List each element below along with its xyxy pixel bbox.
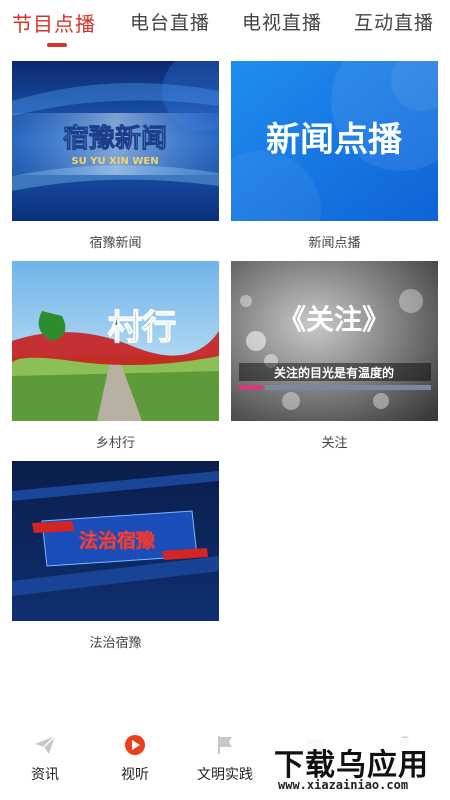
program-caption: 乡村行 [95, 436, 135, 451]
tab-radio-live[interactable]: 电台直播 [130, 8, 210, 35]
program-thumbnail: 宿豫新闻 SU YU XIN WEN [12, 61, 219, 221]
program-thumbnail: 新闻点播 [231, 61, 438, 221]
nav-label: 视听 [121, 767, 149, 783]
nav-news[interactable]: 资讯 [5, 734, 85, 784]
program-card-rule-of-law[interactable]: 法治宿豫 法治宿豫 [12, 461, 219, 651]
program-caption: 关注 [321, 436, 348, 451]
program-card-village-tour[interactable]: 村行 乡村行 [12, 261, 219, 451]
program-thumbnail: 法治宿豫 [12, 461, 219, 621]
thumb-title: 新闻点播 [266, 120, 403, 160]
thumb-title: 宿豫新闻 [63, 123, 167, 154]
program-caption: 法治宿豫 [89, 636, 142, 651]
thumb-title: 村行 [108, 308, 176, 348]
program-card-news-vod[interactable]: 新闻点播 新闻点播 [231, 61, 438, 251]
program-thumbnail: 《关注》 关注的目光是有温度的 [231, 261, 438, 421]
program-caption: 新闻点播 [308, 236, 361, 251]
flag-icon [185, 734, 265, 756]
nav-civilization[interactable]: 文明实践 [185, 734, 265, 784]
tab-tv-live[interactable]: 电视直播 [242, 8, 322, 35]
program-card-suyu-news[interactable]: 宿豫新闻 SU YU XIN WEN 宿豫新闻 [12, 61, 219, 251]
thumb-subtitle: SU YU XIN WEN [71, 156, 158, 167]
program-card-focus[interactable]: 《关注》 关注的目光是有温度的 关注 [231, 261, 438, 451]
tab-program-vod[interactable]: 节目点播 [12, 8, 96, 37]
send-icon [5, 734, 85, 756]
thumb-title: 法治宿豫 [79, 529, 155, 552]
category-tabs: 节目点播 电台直播 电视直播 互动直播 [0, 0, 450, 56]
watermark-url: www.xiazainiao.com [278, 778, 409, 792]
play-circle-icon [95, 734, 175, 756]
thumb-subtitle: 关注的目光是有温度的 [274, 365, 394, 380]
program-thumbnail: 村行 [12, 261, 219, 421]
active-tab-indicator [47, 43, 67, 47]
nav-media[interactable]: 视听 [95, 734, 175, 784]
tab-interactive-live[interactable]: 互动直播 [354, 8, 434, 35]
nav-label: 文明实践 [197, 767, 253, 783]
watermark: 下载乌应用 www.xiazainiao.com [268, 738, 450, 796]
program-caption: 宿豫新闻 [89, 236, 142, 251]
thumb-title: 《关注》 [278, 303, 390, 336]
nav-label: 资讯 [31, 767, 59, 783]
